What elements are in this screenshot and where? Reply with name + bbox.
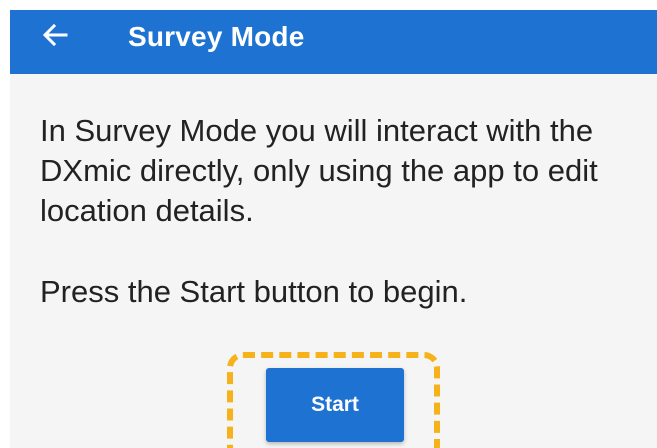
app-bar: Survey Mode bbox=[10, 10, 657, 74]
arrow-back-icon[interactable] bbox=[40, 20, 70, 50]
survey-mode-description: In Survey Mode you will interact with th… bbox=[40, 113, 598, 228]
instructions: In Survey Mode you will interact with th… bbox=[40, 111, 638, 312]
survey-mode-screen: Survey Mode In Survey Mode you will inte… bbox=[10, 10, 657, 448]
start-instruction: Press the Start button to begin. bbox=[40, 274, 468, 309]
start-button[interactable]: Start bbox=[266, 368, 404, 442]
page-title: Survey Mode bbox=[128, 21, 305, 52]
